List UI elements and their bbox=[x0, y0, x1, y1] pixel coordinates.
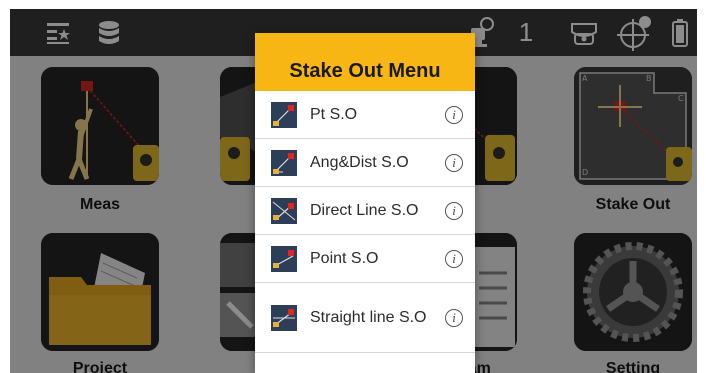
app-screen: 1 Meas A B C D Stake Out Project Setting… bbox=[10, 9, 697, 373]
stakeout-point-line-icon bbox=[271, 245, 297, 272]
info-icon[interactable]: i bbox=[445, 105, 463, 124]
menu-item-label: Pt S.O bbox=[310, 105, 358, 123]
menu-item-label: Point S.O bbox=[310, 249, 379, 267]
menu-header: Stake Out Menu bbox=[255, 33, 475, 91]
stake-out-menu-dialog: Stake Out Menu Pt S.O i Ang&Dist S.O i D… bbox=[255, 33, 475, 373]
menu-item-ang-dist-so[interactable]: Ang&Dist S.O i bbox=[255, 139, 475, 187]
menu-item-label: Direct Line S.O bbox=[310, 201, 419, 219]
menu-item-point-so[interactable]: Point S.O i bbox=[255, 235, 475, 283]
info-icon[interactable]: i bbox=[445, 153, 463, 172]
stakeout-direct-line-icon bbox=[271, 197, 297, 224]
menu-item-pt-so[interactable]: Pt S.O i bbox=[255, 91, 475, 139]
info-icon[interactable]: i bbox=[445, 201, 463, 220]
menu-title: Stake Out Menu bbox=[289, 60, 441, 82]
stakeout-straight-line-icon bbox=[271, 304, 297, 331]
menu-item-label: Straight line S.O bbox=[310, 308, 427, 326]
menu-item-label: Ang&Dist S.O bbox=[310, 153, 409, 171]
info-icon[interactable]: i bbox=[445, 249, 463, 268]
info-icon[interactable]: i bbox=[445, 308, 463, 327]
stakeout-angle-distance-icon bbox=[271, 149, 297, 176]
stakeout-point-icon bbox=[271, 101, 297, 128]
menu-item-direct-line-so[interactable]: Direct Line S.O i bbox=[255, 187, 475, 235]
menu-item-straight-line-so[interactable]: Straight line S.O i bbox=[255, 283, 475, 353]
